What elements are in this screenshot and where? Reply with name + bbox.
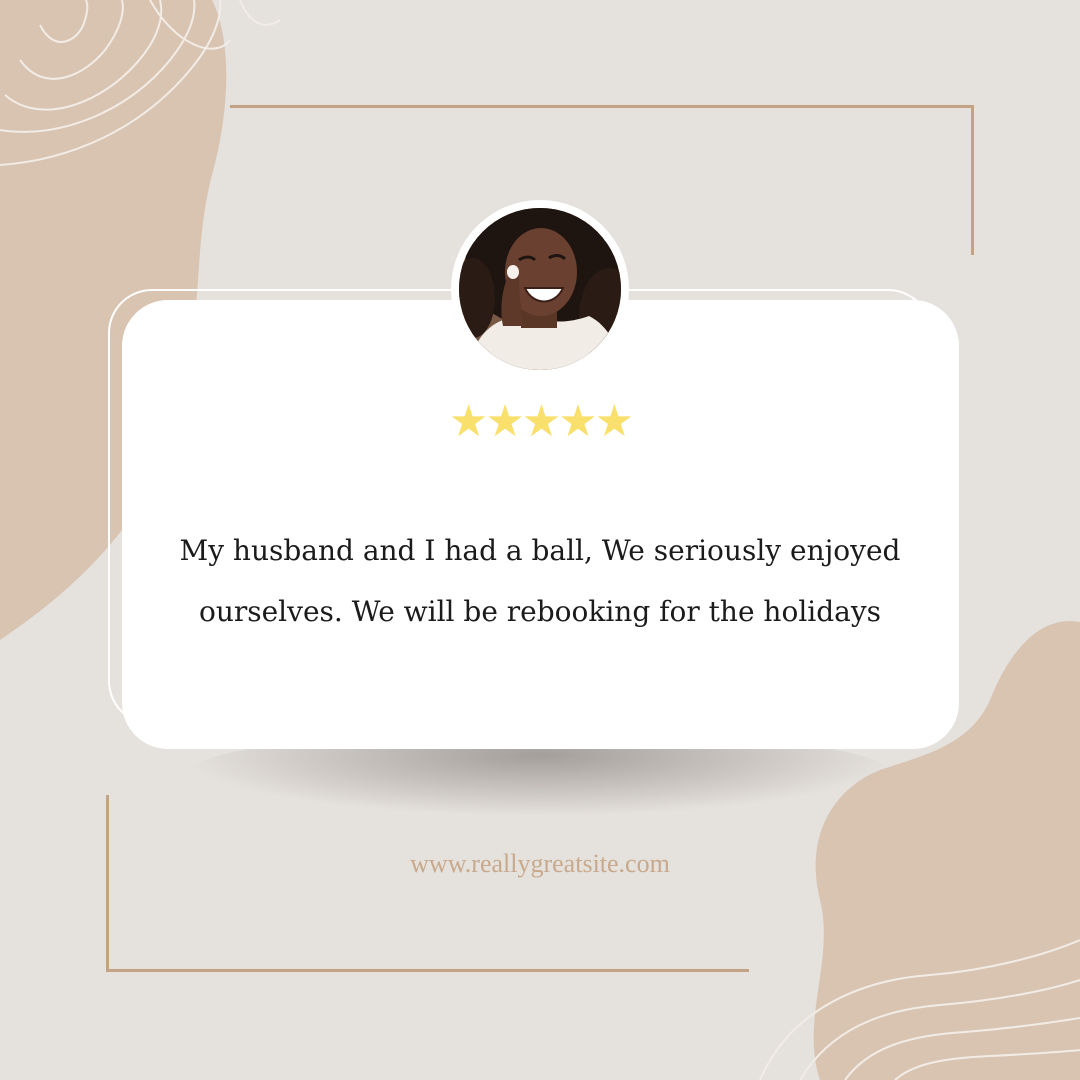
star-icon: ★ xyxy=(485,396,524,447)
frame-left-line xyxy=(106,795,109,972)
rating-stars: ★★★★★ xyxy=(0,398,1080,446)
star-icon: ★ xyxy=(448,396,488,447)
avatar-ring xyxy=(451,200,629,378)
frame-bottom-line xyxy=(106,969,749,972)
frame-right-line xyxy=(971,105,974,255)
quote-line-2: ourselves. We will be rebooking for the … xyxy=(198,595,882,628)
review-quote: My husband and I had a ball, We seriousl… xyxy=(170,520,910,642)
star-icon: ★ xyxy=(521,396,561,447)
quote-line-1: My husband and I had a ball, We seriousl… xyxy=(179,534,901,567)
customer-avatar xyxy=(459,208,621,370)
customer-portrait-icon xyxy=(459,208,621,370)
star-icon: ★ xyxy=(558,396,597,447)
website-url: www.reallygreatsite.com xyxy=(410,849,670,878)
star-icon: ★ xyxy=(594,396,634,447)
frame-top-line xyxy=(230,105,974,108)
